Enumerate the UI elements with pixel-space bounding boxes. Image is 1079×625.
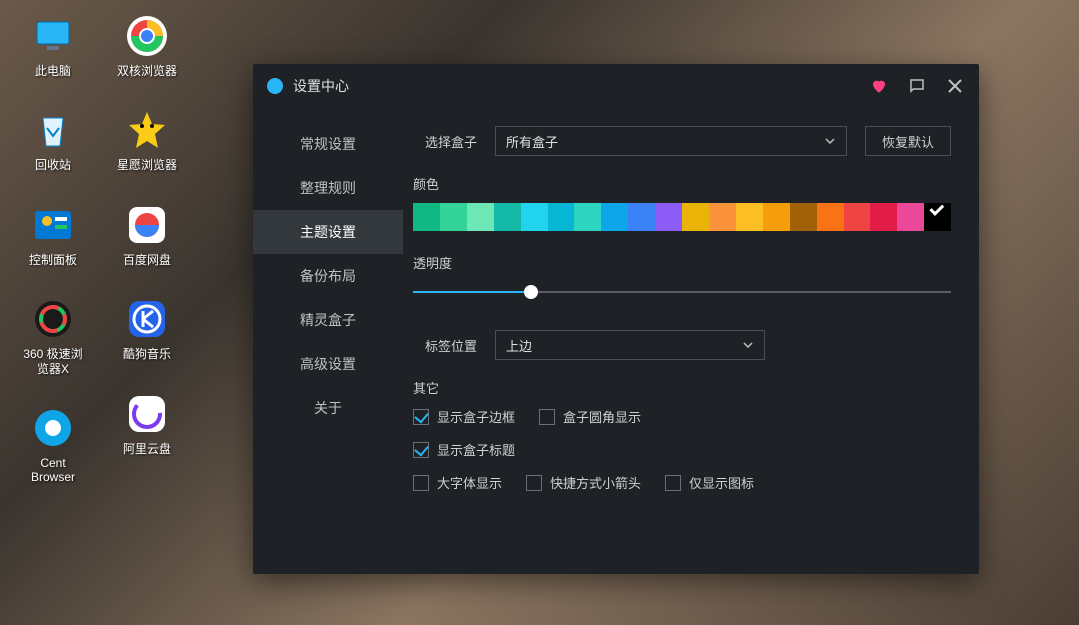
360-browser-icon-graphic — [29, 295, 77, 343]
color-label: 颜色 — [413, 174, 951, 193]
desktop-icon-label: 回收站 — [35, 158, 71, 172]
desktop-icon-label: 360 极速浏览器X — [18, 347, 88, 376]
checkbox-2-0[interactable]: 大字体显示 — [413, 473, 502, 492]
color-swatch[interactable] — [709, 203, 736, 231]
slider-thumb[interactable] — [524, 285, 538, 299]
color-swatch[interactable] — [521, 203, 548, 231]
select-box-dropdown[interactable]: 所有盒子 — [495, 126, 847, 156]
pc-icon-graphic — [29, 12, 77, 60]
content-pane: 选择盒子 所有盒子 恢复默认 颜色 透明度 标签位置 上边 — [403, 108, 979, 574]
color-palette — [413, 203, 951, 231]
label-position-dropdown[interactable]: 上边 — [495, 330, 765, 360]
360-browser-icon[interactable]: 360 极速浏览器X — [18, 295, 88, 376]
color-swatch[interactable] — [574, 203, 601, 231]
app-icon — [267, 78, 283, 94]
desktop-icon-label: 此电脑 — [35, 64, 71, 78]
control-panel-icon-graphic — [29, 201, 77, 249]
color-swatch[interactable] — [844, 203, 871, 231]
checkbox-label: 仅显示图标 — [689, 473, 754, 492]
color-swatch[interactable] — [817, 203, 844, 231]
sidebar: 常规设置整理规则主题设置备份布局精灵盒子高级设置关于 — [253, 108, 403, 574]
chevron-down-icon — [824, 135, 836, 147]
desktop-icon-label: 星愿浏览器 — [117, 158, 177, 172]
restore-default-button[interactable]: 恢复默认 — [865, 126, 951, 156]
dual-browser-icon-graphic — [123, 12, 171, 60]
select-box-label: 选择盒子 — [413, 132, 477, 151]
checkbox-box — [539, 409, 555, 425]
color-swatch[interactable] — [467, 203, 494, 231]
checkbox-2-2[interactable]: 仅显示图标 — [665, 473, 754, 492]
color-swatch[interactable] — [870, 203, 897, 231]
sidebar-item-5[interactable]: 高级设置 — [253, 342, 403, 386]
kugou-icon[interactable]: 酷狗音乐 — [112, 295, 182, 361]
window-title: 设置中心 — [293, 76, 859, 96]
pc-icon[interactable]: 此电脑 — [18, 12, 88, 78]
color-swatch[interactable] — [548, 203, 575, 231]
color-swatch[interactable] — [924, 203, 951, 231]
titlebar: 设置中心 — [253, 64, 979, 108]
checkbox-label: 显示盒子边框 — [437, 407, 515, 426]
other-label: 其它 — [413, 378, 951, 397]
dual-browser-icon[interactable]: 双核浏览器 — [112, 12, 182, 78]
sidebar-item-1[interactable]: 整理规则 — [253, 166, 403, 210]
baidu-disk-icon[interactable]: 百度网盘 — [112, 201, 182, 267]
desktop-icon-label: 双核浏览器 — [117, 64, 177, 78]
cent-browser-icon[interactable]: Cent Browser — [18, 404, 88, 485]
checkbox-0-1[interactable]: 盒子圆角显示 — [539, 407, 641, 426]
label-position-value: 上边 — [506, 336, 532, 355]
checkbox-box — [413, 442, 429, 458]
checkbox-label: 盒子圆角显示 — [563, 407, 641, 426]
color-swatch[interactable] — [736, 203, 763, 231]
opacity-label: 透明度 — [413, 253, 951, 272]
cent-browser-icon-graphic — [29, 404, 77, 452]
heart-icon[interactable] — [869, 76, 889, 96]
kugou-icon-graphic — [123, 295, 171, 343]
checkbox-0-0[interactable]: 显示盒子边框 — [413, 407, 515, 426]
baidu-disk-icon-graphic — [123, 201, 171, 249]
feedback-icon[interactable] — [907, 76, 927, 96]
settings-window: 设置中心 常规设置整理规则主题设置备份布局精灵盒子高级设置关于 选择盒子 所有盒… — [253, 64, 979, 574]
close-icon[interactable] — [945, 76, 965, 96]
color-swatch[interactable] — [897, 203, 924, 231]
desktop-icon-label: Cent Browser — [18, 456, 88, 485]
checkbox-box — [413, 409, 429, 425]
checkbox-label: 显示盒子标题 — [437, 440, 515, 459]
checkbox-2-1[interactable]: 快捷方式小箭头 — [526, 473, 641, 492]
control-panel-icon[interactable]: 控制面板 — [18, 201, 88, 267]
desktop-icon-label: 阿里云盘 — [123, 442, 171, 456]
color-swatch[interactable] — [440, 203, 467, 231]
aliyun-disk-icon[interactable]: 阿里云盘 — [112, 390, 182, 456]
sidebar-item-0[interactable]: 常规设置 — [253, 122, 403, 166]
color-swatch[interactable] — [628, 203, 655, 231]
sidebar-item-6[interactable]: 关于 — [253, 386, 403, 430]
recycle-icon-graphic — [29, 106, 77, 154]
star-browser-icon-graphic — [123, 106, 171, 154]
label-position-label: 标签位置 — [413, 336, 477, 355]
checkbox-1-0[interactable]: 显示盒子标题 — [413, 440, 515, 459]
checkbox-label: 大字体显示 — [437, 473, 502, 492]
recycle-icon[interactable]: 回收站 — [18, 106, 88, 172]
desktop-icon-label: 百度网盘 — [123, 253, 171, 267]
sidebar-item-2[interactable]: 主题设置 — [253, 210, 403, 254]
select-box-value: 所有盒子 — [506, 132, 558, 151]
opacity-slider[interactable] — [413, 282, 951, 302]
sidebar-item-3[interactable]: 备份布局 — [253, 254, 403, 298]
color-swatch[interactable] — [601, 203, 628, 231]
checkbox-box — [665, 475, 681, 491]
color-swatch[interactable] — [413, 203, 440, 231]
desktop-icon-label: 酷狗音乐 — [123, 347, 171, 361]
checkbox-box — [526, 475, 542, 491]
star-browser-icon[interactable]: 星愿浏览器 — [112, 106, 182, 172]
checkbox-box — [413, 475, 429, 491]
chevron-down-icon — [742, 339, 754, 351]
desktop-icon-label: 控制面板 — [29, 253, 77, 267]
color-swatch[interactable] — [790, 203, 817, 231]
color-swatch[interactable] — [494, 203, 521, 231]
color-swatch[interactable] — [655, 203, 682, 231]
checkbox-label: 快捷方式小箭头 — [550, 473, 641, 492]
sidebar-item-4[interactable]: 精灵盒子 — [253, 298, 403, 342]
aliyun-disk-icon-graphic — [123, 390, 171, 438]
color-swatch[interactable] — [682, 203, 709, 231]
color-swatch[interactable] — [763, 203, 790, 231]
